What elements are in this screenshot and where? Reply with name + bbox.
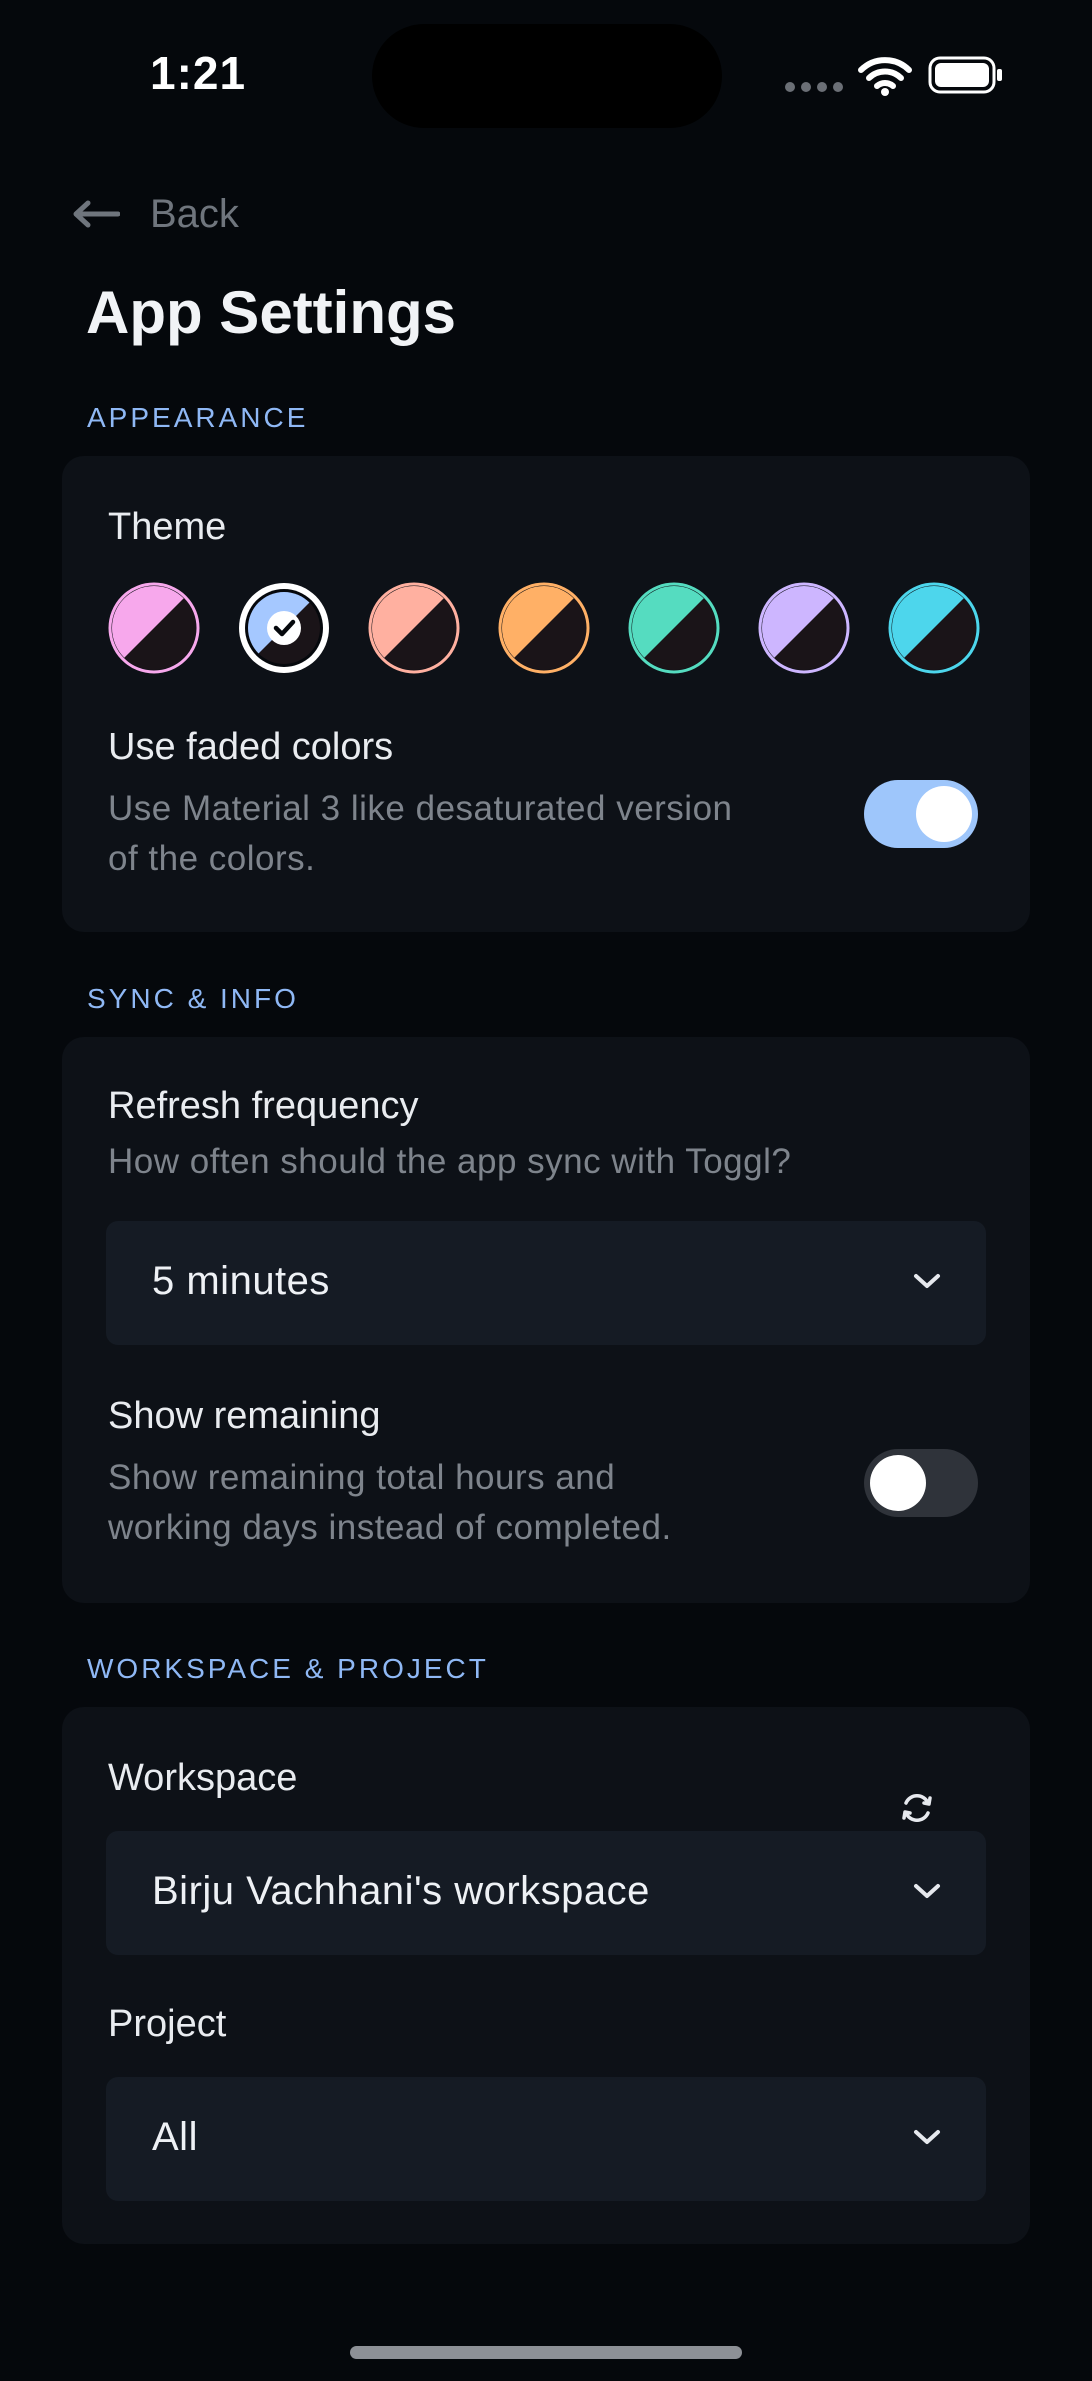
- project-value: All: [152, 2115, 198, 2159]
- workspace-card: Workspace Birju Vachhani's workspace Pro…: [62, 1707, 1030, 2244]
- theme-swatch-blue[interactable]: [238, 582, 330, 674]
- refresh-frequency-select[interactable]: 5 minutes: [106, 1221, 986, 1345]
- dynamic-island: [372, 24, 722, 128]
- chevron-down-icon: [914, 1274, 940, 1288]
- back-button[interactable]: Back: [72, 186, 239, 242]
- toggle-knob: [870, 1455, 926, 1511]
- project-label: Project: [108, 2003, 227, 2045]
- show-remaining-title: Show remaining: [108, 1395, 381, 1437]
- theme-swatch-salmon[interactable]: [368, 582, 460, 674]
- refresh-frequency-desc: How often should the app sync with Toggl…: [108, 1142, 792, 1181]
- status-bar: 1:21: [0, 0, 1092, 150]
- workspace-select[interactable]: Birju Vachhani's workspace: [106, 1831, 986, 1955]
- home-indicator: [350, 2346, 742, 2359]
- sync-card: Refresh frequency How often should the a…: [62, 1037, 1030, 1603]
- faded-colors-toggle[interactable]: [864, 780, 978, 848]
- faded-colors-desc-line1: Use Material 3 like desaturated version: [108, 789, 733, 828]
- faded-colors-desc-line2: of the colors.: [108, 839, 316, 878]
- battery-icon: [928, 56, 1002, 94]
- arrow-left-icon: [73, 200, 120, 228]
- show-remaining-desc-line2: working days instead of completed.: [108, 1508, 672, 1547]
- theme-swatch-lavender[interactable]: [758, 582, 850, 674]
- section-label-workspace: WORKSPACE & PROJECT: [87, 1653, 489, 1684]
- appearance-card: Theme Use faded colors Use Material 3 li…: [62, 456, 1030, 932]
- section-label-appearance: APPEARANCE: [87, 402, 309, 433]
- theme-label: Theme: [108, 506, 227, 548]
- sync-icon[interactable]: [898, 1789, 936, 1827]
- cellular-dots-icon: [785, 82, 843, 92]
- faded-colors-title: Use faded colors: [108, 726, 394, 768]
- chevron-down-icon: [914, 1884, 940, 1898]
- show-remaining-toggle[interactable]: [864, 1449, 978, 1517]
- workspace-value: Birju Vachhani's workspace: [152, 1869, 650, 1913]
- project-select[interactable]: All: [106, 2077, 986, 2201]
- status-time: 1:21: [150, 47, 247, 99]
- workspace-label: Workspace: [108, 1757, 298, 1799]
- theme-swatch-cyan[interactable]: [888, 582, 980, 674]
- chevron-down-icon: [914, 2130, 940, 2144]
- show-remaining-desc-line1: Show remaining total hours and: [108, 1458, 616, 1497]
- page-title: App Settings: [86, 279, 456, 346]
- back-label: Back: [150, 191, 239, 236]
- wifi-icon: [858, 57, 912, 96]
- check-icon: [238, 582, 330, 674]
- refresh-frequency-value: 5 minutes: [152, 1259, 330, 1303]
- theme-swatch-teal[interactable]: [628, 582, 720, 674]
- toggle-knob: [916, 786, 972, 842]
- theme-swatch-orange[interactable]: [498, 582, 590, 674]
- section-label-sync: SYNC & INFO: [87, 983, 299, 1014]
- refresh-frequency-title: Refresh frequency: [108, 1085, 419, 1127]
- theme-swatch-pink[interactable]: [108, 582, 200, 674]
